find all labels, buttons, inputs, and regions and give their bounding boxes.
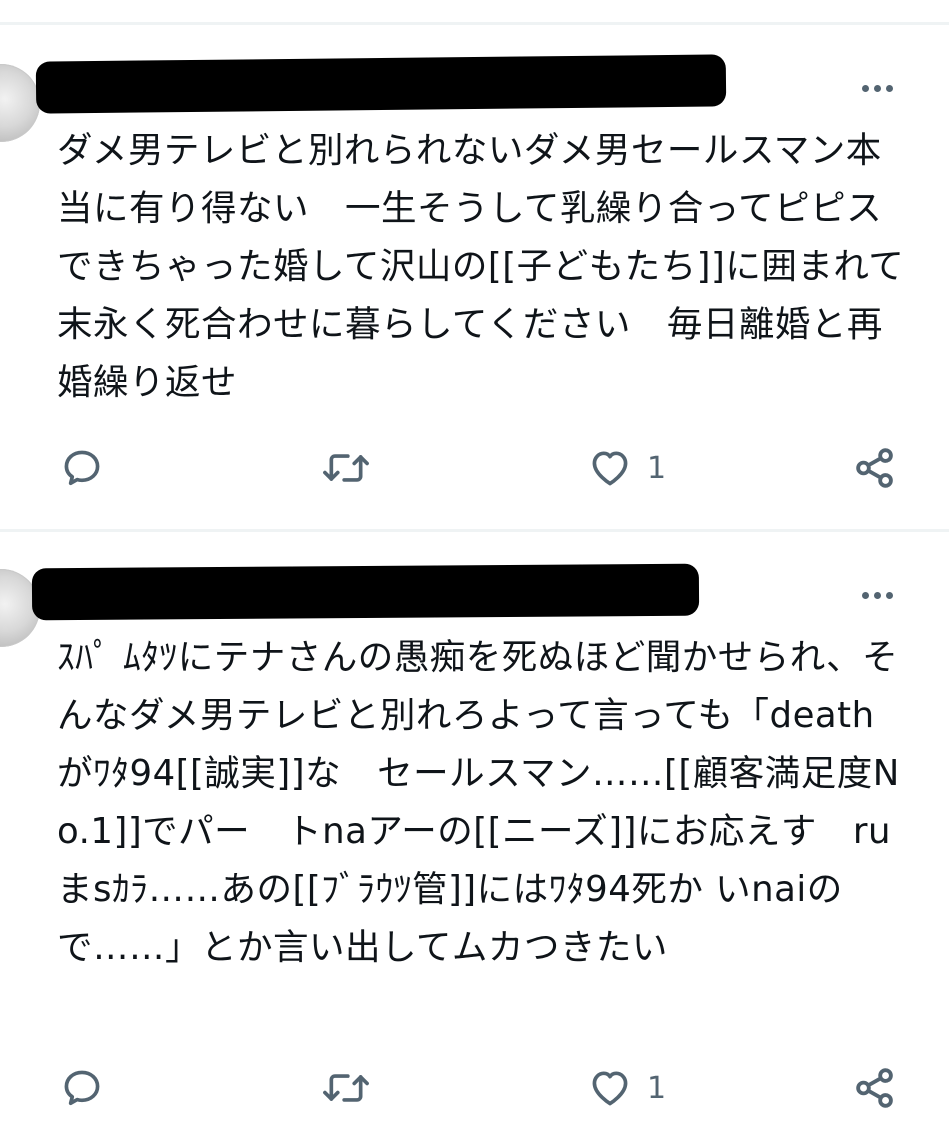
share-button[interactable] — [852, 1058, 898, 1118]
more-options-icon — [861, 591, 869, 599]
heart-icon — [592, 451, 628, 486]
share-icon — [856, 1068, 893, 1108]
action-bar: 1 — [0, 1058, 949, 1118]
share-button[interactable] — [852, 438, 898, 498]
retweet-button[interactable] — [320, 438, 372, 498]
reply-button[interactable] — [60, 1058, 104, 1118]
action-bar: 1 — [0, 438, 949, 498]
retweet-icon — [323, 1074, 369, 1102]
share-icon — [856, 448, 893, 488]
post[interactable]: ダメ男テレビと別れられないダメ男セールスマン本当に有り得ない 一生そうして乳繰り… — [0, 26, 949, 530]
reply-button[interactable] — [60, 438, 104, 498]
avatar[interactable] — [0, 64, 40, 142]
post[interactable]: ｽﾊﾟ ﾑﾀﾂにテナさんの愚痴を死ぬほど聞かせられ、そんなダメ男テレビと別れろよ… — [0, 531, 949, 1142]
top-divider — [0, 22, 949, 25]
more-options-icon — [861, 84, 869, 92]
redacted-username — [35, 54, 727, 114]
post-text: ｽﾊﾟ ﾑﾀﾂにテナさんの愚痴を死ぬほど聞かせられ、そんなダメ男テレビと別れろよ… — [57, 637, 900, 968]
more-options-button[interactable] — [857, 585, 897, 605]
like-button[interactable]: 1 — [587, 1058, 666, 1118]
more-options-button[interactable] — [857, 78, 897, 98]
retweet-button[interactable] — [320, 1058, 372, 1118]
heart-icon — [592, 1071, 628, 1106]
reply-icon — [64, 1070, 100, 1106]
like-count: 1 — [647, 450, 667, 486]
redacted-username — [31, 563, 700, 621]
like-button[interactable]: 1 — [587, 438, 666, 498]
post-text: ダメ男テレビと別れられないダメ男セールスマン本当に有り得ない 一生そうして乳繰り… — [57, 130, 905, 403]
like-count: 1 — [647, 1070, 667, 1106]
retweet-icon — [323, 454, 369, 482]
reply-icon — [64, 450, 100, 486]
